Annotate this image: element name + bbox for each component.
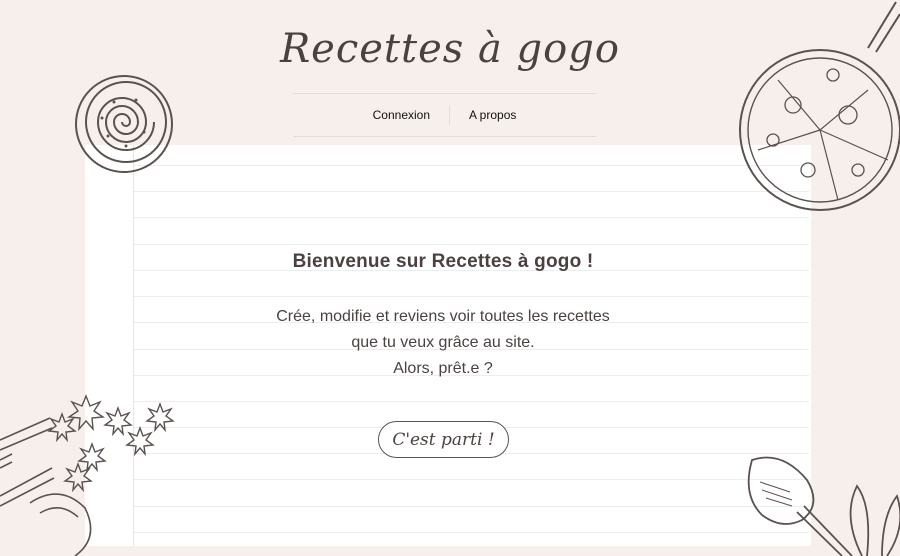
welcome-heading: Bienvenue sur Recettes à gogo ! — [292, 251, 594, 272]
welcome-text: Crée, modifie et reviens voir toutes les… — [85, 304, 801, 382]
star-anise-cinnamon-illustration — [0, 394, 175, 556]
get-started-button[interactable]: C'est parti ! — [378, 421, 509, 458]
welcome-line: que tu veux grâce au site. — [351, 334, 535, 351]
wooden-spoon-leaves-illustration — [747, 456, 900, 556]
main-nav: Connexion A propos — [293, 93, 596, 137]
welcome-section: Bienvenue sur Recettes à gogo ! Crée, mo… — [85, 145, 801, 546]
pizza-pan-illustration — [739, 1, 900, 211]
nav-login-link[interactable]: Connexion — [354, 108, 449, 122]
welcome-line: Crée, modifie et reviens voir toutes les… — [276, 308, 610, 325]
nav-about-link[interactable]: A propos — [450, 108, 535, 122]
cinnamon-roll-illustration — [75, 75, 173, 173]
welcome-line: Alors, prêt.e ? — [393, 360, 493, 377]
